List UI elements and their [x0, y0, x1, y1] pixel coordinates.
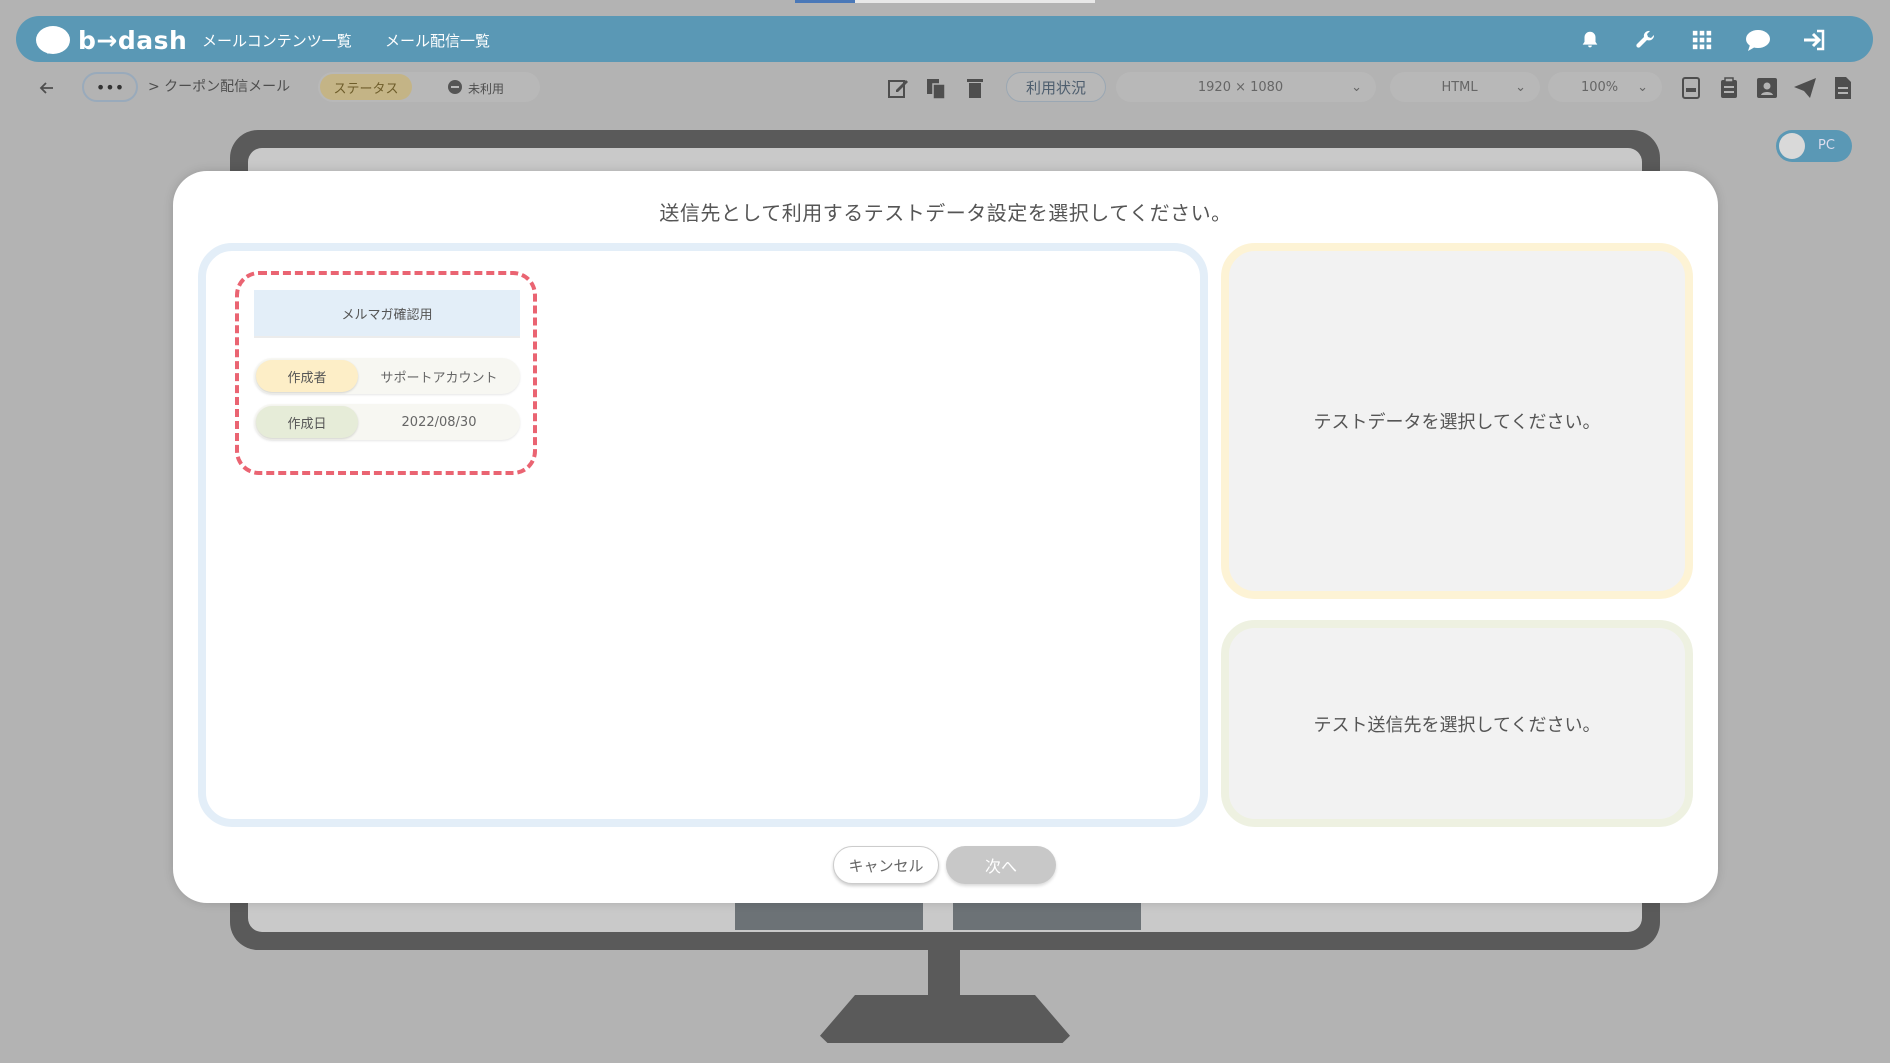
- chevron-down-icon: ⌄: [1351, 79, 1362, 95]
- preview-image: [735, 902, 923, 930]
- usage-status-button[interactable]: 利用状況: [1006, 72, 1106, 102]
- resolution-value: 1920 × 1080: [1197, 79, 1284, 95]
- creator-label: 作成者: [256, 360, 358, 392]
- card-date-row: 作成日 2022/08/30: [254, 404, 520, 440]
- wrench-icon[interactable]: [1630, 24, 1662, 56]
- nav-mail-delivery[interactable]: メール配信一覧: [385, 30, 490, 51]
- copy-icon[interactable]: [922, 74, 950, 102]
- contact-icon[interactable]: [1753, 74, 1781, 102]
- modal-title: 送信先として利用するテストデータ設定を選択してください。: [659, 201, 1232, 225]
- selected-destination-panel: テスト送信先を選択してください。: [1221, 620, 1693, 827]
- html-file-icon[interactable]: [1677, 74, 1705, 102]
- status-label: ステータス: [320, 74, 412, 100]
- logo-text: b→dash: [78, 25, 188, 55]
- monitor-neck: [928, 950, 960, 1002]
- app-logo[interactable]: b→dash: [36, 22, 187, 58]
- bell-icon[interactable]: [1574, 24, 1606, 56]
- test-data-placeholder: テストデータを選択してください。: [1313, 412, 1601, 433]
- chevron-down-icon: ⌄: [1515, 79, 1526, 95]
- trash-icon[interactable]: [961, 74, 989, 102]
- edit-icon[interactable]: [884, 74, 912, 102]
- nav-mail-contents[interactable]: メールコンテンツ一覧: [202, 30, 352, 51]
- send-icon[interactable]: [1791, 74, 1819, 102]
- destination-placeholder: テスト送信先を選択してください。: [1313, 714, 1601, 736]
- date-label: 作成日: [256, 406, 358, 438]
- more-menu-button[interactable]: •••: [82, 72, 138, 102]
- back-arrow-icon[interactable]: [33, 74, 61, 102]
- chevron-down-icon: ⌄: [1637, 79, 1648, 95]
- format-value: HTML: [1441, 79, 1478, 95]
- resolution-select[interactable]: 1920 × 1080 ⌄: [1116, 72, 1376, 102]
- clipboard-icon[interactable]: [1715, 74, 1743, 102]
- format-select[interactable]: HTML ⌄: [1390, 72, 1540, 102]
- logo-bubble-icon: [36, 26, 70, 54]
- monitor-base: [820, 995, 1070, 1043]
- document-icon[interactable]: [1829, 74, 1857, 102]
- chat-icon[interactable]: [1742, 24, 1774, 56]
- device-toggle[interactable]: PC: [1776, 130, 1852, 162]
- card-creator-row: 作成者 サポートアカウント: [254, 358, 520, 394]
- creator-value: サポートアカウント: [380, 370, 498, 386]
- breadcrumb[interactable]: > クーポン配信メール: [148, 76, 290, 96]
- zoom-value: 100%: [1580, 79, 1619, 95]
- toggle-knob: [1779, 133, 1805, 159]
- grid-icon[interactable]: [1686, 24, 1718, 56]
- unused-status-icon-bar: [451, 86, 459, 88]
- date-value: 2022/08/30: [401, 414, 477, 430]
- next-button[interactable]: 次へ: [946, 846, 1056, 884]
- preview-image: [953, 902, 1141, 930]
- logout-icon[interactable]: [1798, 24, 1830, 56]
- window-tab-strip: [795, 0, 1095, 3]
- zoom-select[interactable]: 100% ⌄: [1548, 72, 1662, 102]
- device-toggle-label: PC: [1818, 138, 1835, 153]
- test-data-card-title[interactable]: メルマガ確認用: [254, 290, 520, 338]
- status-value: 未利用: [468, 82, 505, 96]
- cancel-button[interactable]: キャンセル: [833, 846, 939, 884]
- selected-test-data-panel: テストデータを選択してください。: [1221, 243, 1693, 599]
